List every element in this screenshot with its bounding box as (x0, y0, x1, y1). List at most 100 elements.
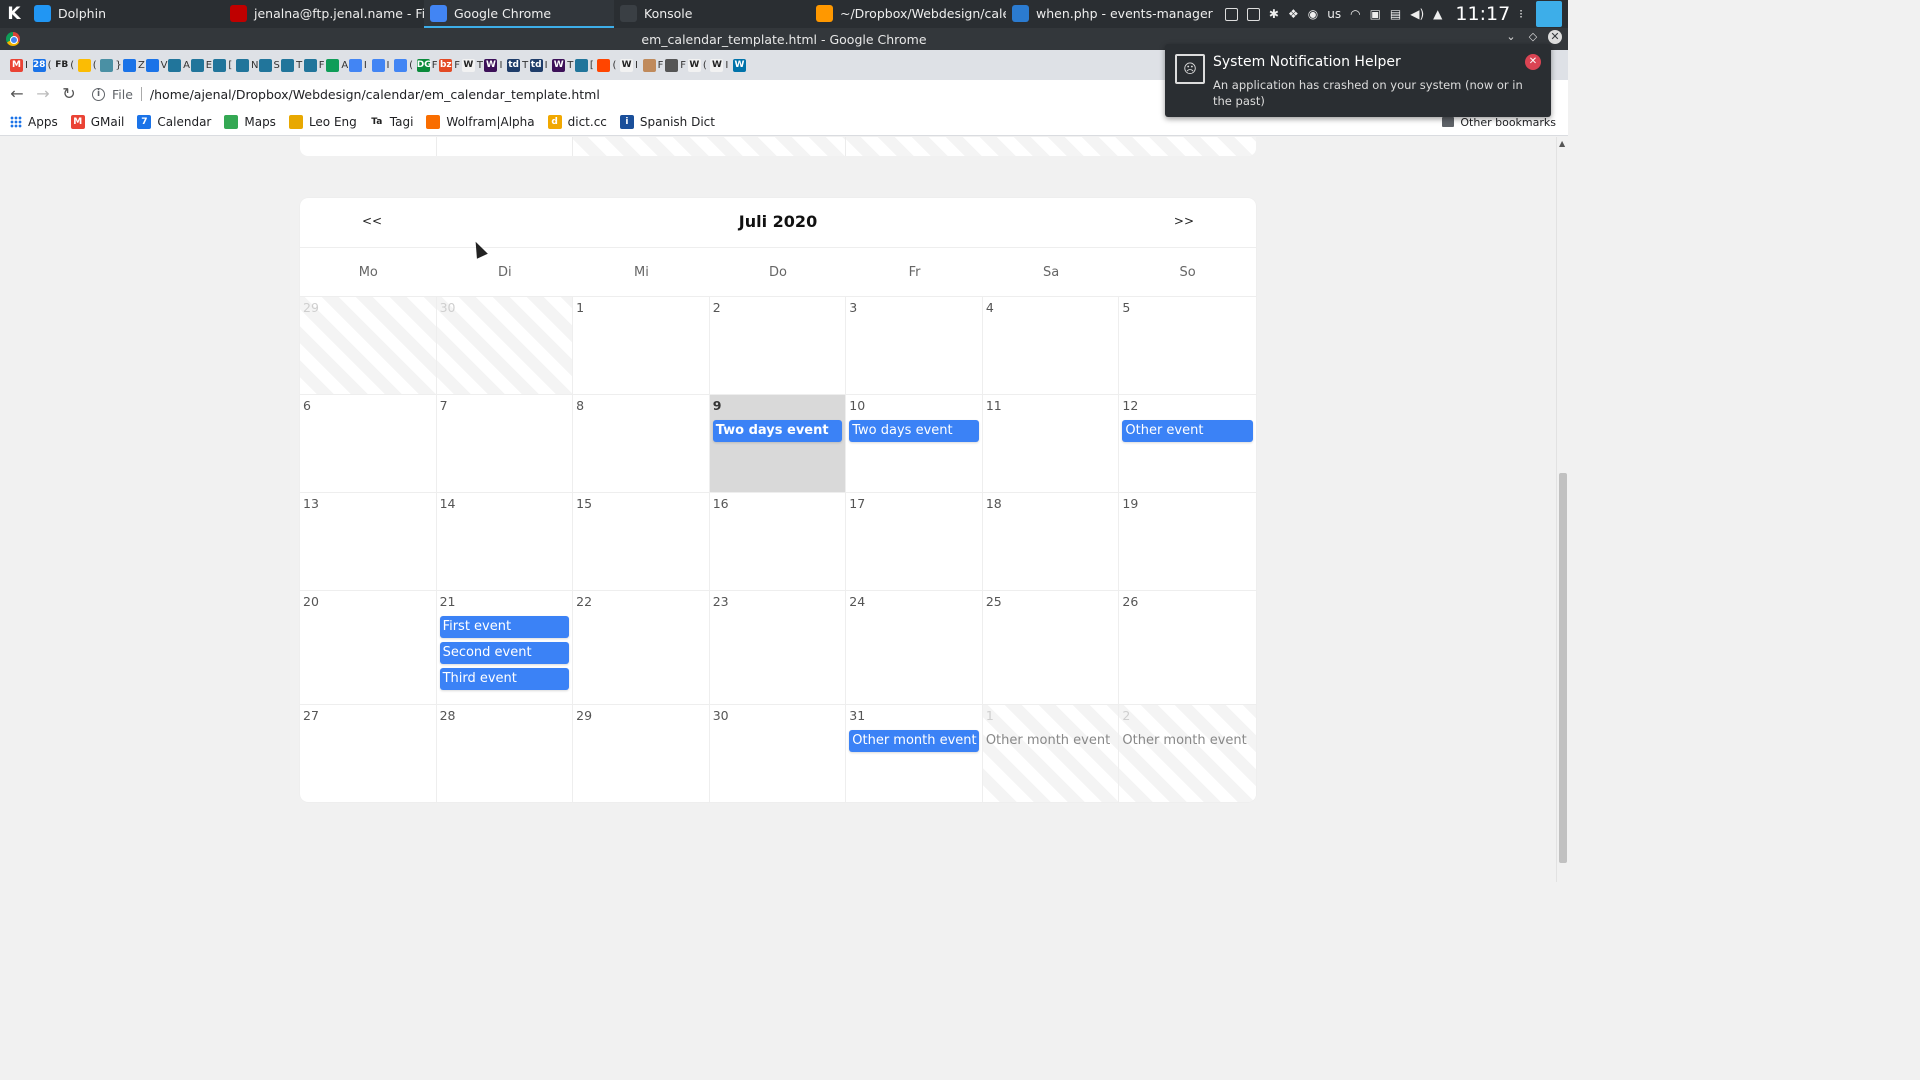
bookmark-item[interactable]: Wolfram|Alpha (426, 114, 535, 129)
calendar-event[interactable]: Other event (1122, 420, 1253, 442)
browser-tab[interactable]: ( (77, 52, 101, 78)
calendar-event[interactable]: Two days event (712, 420, 843, 442)
calendar-event[interactable]: First event (439, 616, 570, 638)
battery-icon[interactable] (1246, 7, 1260, 21)
browser-tab[interactable]: ( (597, 52, 620, 78)
calendar-day[interactable]: 8 (573, 395, 710, 492)
taskbar-item[interactable]: jenalna@ftp.jenal.name - File... (224, 0, 424, 28)
browser-tab[interactable]: ( (394, 52, 417, 78)
notification-close-icon[interactable]: ✕ (1525, 54, 1541, 70)
calendar-day[interactable]: 14 (437, 493, 574, 590)
page-scrollbar[interactable]: ▲ (1556, 137, 1568, 882)
browser-tab[interactable]: E (190, 52, 214, 78)
calendar-event[interactable]: Other month event (849, 730, 979, 752)
browser-tab[interactable]: F (642, 52, 666, 78)
bookmark-item[interactable]: Maps (224, 114, 276, 129)
browser-tab[interactable]: F (665, 52, 688, 78)
bookmark-item[interactable]: Apps (10, 115, 58, 129)
minimize-icon[interactable]: ⌄ (1504, 30, 1518, 44)
browser-tab[interactable]: [ (574, 52, 598, 78)
calendar-event[interactable]: Second event (439, 642, 570, 664)
browser-tab[interactable]: A (168, 52, 191, 78)
back-icon[interactable]: ← (4, 81, 30, 107)
browser-tab[interactable]: T (281, 52, 304, 78)
calendar-day[interactable]: 2 (710, 297, 847, 394)
calendar-day[interactable]: 25 (983, 591, 1120, 704)
calendar-day[interactable]: 29 (573, 705, 710, 802)
browser-tab[interactable]: W( (687, 52, 711, 78)
browser-tab[interactable]: Z (122, 52, 146, 78)
calendar-day[interactable]: 30 (436, 297, 574, 394)
browser-tab[interactable]: FB( (55, 52, 78, 78)
calendar-event[interactable]: Other month event (1122, 730, 1253, 752)
updates-icon[interactable]: ◉ (1308, 7, 1318, 21)
calendar-day-today[interactable]: 9 Two days event (709, 395, 847, 492)
browser-tab[interactable]: } (100, 52, 123, 78)
bookmark-item[interactable]: Leo Eng (288, 114, 357, 129)
browser-tab[interactable]: 28( (32, 52, 56, 78)
browser-tab[interactable]: MI (10, 52, 33, 78)
browser-tab[interactable]: A (326, 52, 349, 78)
bookmark-item[interactable]: 7 Calendar (137, 114, 211, 129)
next-month-link[interactable]: >> (1174, 214, 1194, 228)
calendar-day[interactable]: 21 First event Second event Third event (437, 591, 574, 704)
lock-icon[interactable]: ▣ (1370, 7, 1381, 21)
scroll-up-icon[interactable]: ▲ (1559, 139, 1565, 148)
bookmark-item[interactable]: d dict.cc (547, 114, 607, 129)
browser-tab[interactable]: V (145, 52, 169, 78)
calendar-day[interactable]: 2 Other month event (1119, 705, 1256, 802)
panel-config-icon[interactable]: ⁝ (1519, 7, 1523, 21)
bookmark-item[interactable]: Ta Tagi (369, 114, 413, 129)
browser-tab[interactable]: WI (484, 52, 507, 78)
browser-tab[interactable]: td T (507, 52, 530, 78)
calendar-day[interactable]: 20 (300, 591, 437, 704)
calendar-day[interactable]: 7 (437, 395, 574, 492)
calendar-day[interactable]: 18 (983, 493, 1120, 590)
close-icon[interactable]: ✕ (1548, 30, 1562, 44)
calendar-event[interactable]: Two days event (849, 420, 979, 442)
address-bar[interactable]: i File /home/ajenal/Dropbox/Webdesign/ca… (92, 82, 1152, 106)
calendar-day[interactable]: 29 (300, 297, 437, 394)
calendar-day[interactable]: 30 (710, 705, 847, 802)
bookmark-item[interactable]: i Spanish Dict (619, 114, 715, 129)
forward-icon[interactable]: → (30, 81, 56, 107)
calendar-day[interactable]: 26 (1119, 591, 1256, 704)
reload-icon[interactable]: ↻ (56, 81, 82, 107)
wifi-icon[interactable]: ◠ (1350, 7, 1360, 21)
calendar-event[interactable]: Third event (439, 668, 570, 690)
browser-tab[interactable]: W (733, 52, 756, 78)
clipboard-icon[interactable] (1224, 7, 1238, 21)
kde-menu-icon[interactable]: K (0, 0, 28, 28)
calendar-day[interactable]: 3 (846, 297, 983, 394)
browser-tab[interactable]: td I (529, 52, 553, 78)
calendar-event[interactable]: Other month event (986, 730, 1116, 752)
calendar-day[interactable]: 22 (573, 591, 710, 704)
calendar-day[interactable]: 15 (573, 493, 710, 590)
dropbox-icon[interactable]: ❖ (1288, 7, 1299, 21)
volume-icon[interactable]: ◀) (1410, 7, 1424, 21)
calendar-day[interactable]: 5 (1119, 297, 1256, 394)
calendar-day[interactable]: 16 (710, 493, 847, 590)
tray-expand-icon[interactable]: ▲ (1433, 7, 1442, 21)
calendar-day[interactable]: 24 (846, 591, 983, 704)
browser-tab[interactable]: N (235, 52, 259, 78)
maximize-icon[interactable]: ◇ (1526, 30, 1540, 44)
taskbar-item[interactable]: Konsole (614, 0, 810, 28)
calendar-day[interactable]: 27 (300, 705, 437, 802)
browser-tab[interactable]: F (303, 52, 327, 78)
calendar-day[interactable]: 28 (437, 705, 574, 802)
bluetooth-icon[interactable]: ✱ (1269, 7, 1279, 21)
browser-tab[interactable]: WT (461, 52, 485, 78)
storage-icon[interactable]: ▤ (1390, 7, 1401, 21)
calendar-day[interactable]: 1 Other month event (982, 705, 1120, 802)
keyboard-layout[interactable]: us (1327, 7, 1341, 21)
calendar-day[interactable]: 17 (846, 493, 983, 590)
browser-tab[interactable]: I (348, 52, 372, 78)
calendar-day[interactable]: 31 Other month event (846, 705, 983, 802)
browser-tab[interactable]: WI (620, 52, 643, 78)
browser-tab[interactable]: bz F (439, 52, 462, 78)
calendar-day[interactable]: 12 Other event (1119, 395, 1256, 492)
info-icon[interactable]: i (92, 87, 105, 101)
calendar-day[interactable]: 23 (710, 591, 847, 704)
calendar-day[interactable]: 4 (983, 297, 1120, 394)
